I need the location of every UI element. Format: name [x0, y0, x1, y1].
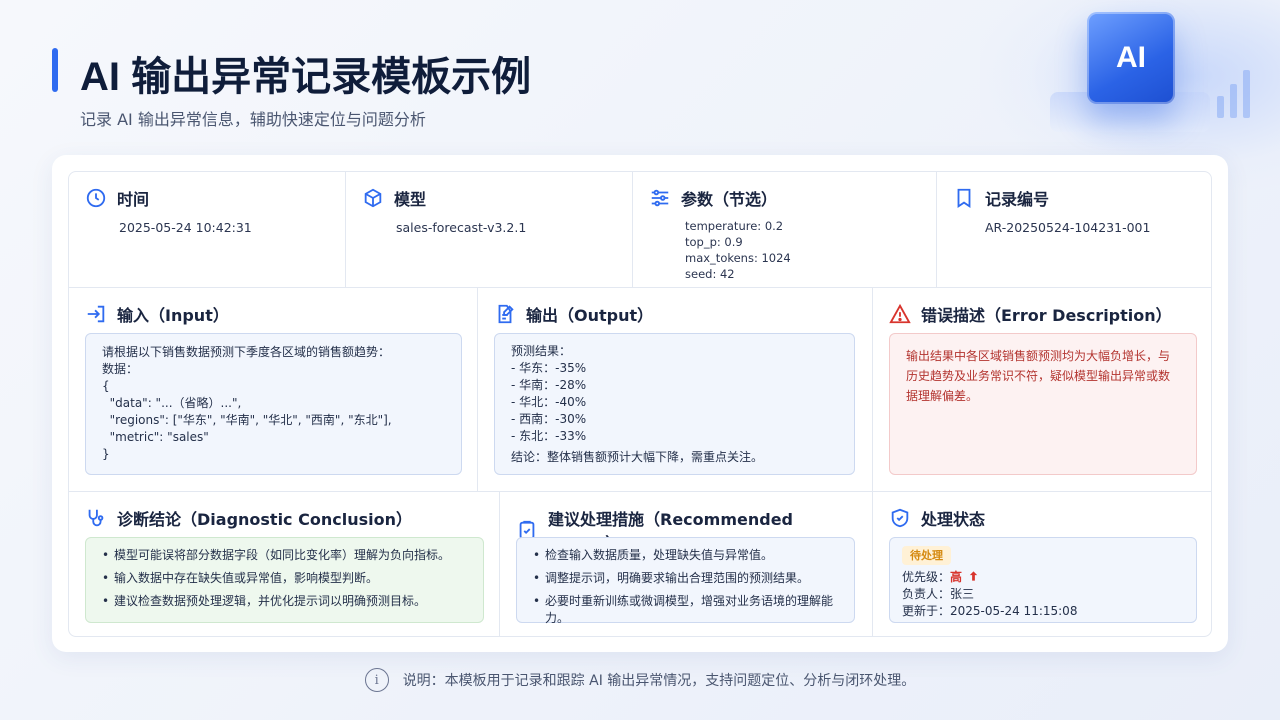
record-grid: 时间 2025-05-24 10:42:31 模型 sales-forecast… [68, 171, 1212, 637]
diagnosis-label: 诊断结论（Diagnostic Conclusion） [117, 510, 412, 529]
login-arrow-icon [87, 305, 105, 323]
edit-document-icon [498, 304, 514, 324]
meta-time: 时间 2025-05-24 10:42:31 [69, 172, 346, 288]
meta-model-label: 模型 [394, 190, 427, 209]
input-label: 输入（Input） [117, 306, 229, 325]
stethoscope-icon [88, 509, 104, 527]
input-line: 请根据以下销售数据预测下季度各区域的销售额趋势： [102, 345, 391, 359]
title-accent-bar [52, 48, 58, 92]
param-line: seed: 42 [685, 267, 735, 281]
arrow-up-icon [969, 571, 978, 581]
param-line: temperature: 0.2 [685, 219, 784, 233]
status-owner: 负责人：张三 [902, 587, 975, 601]
status-box: 待处理 优先级：高 负责人：张三 更新于：2025-05-24 11:15:08 [889, 537, 1197, 623]
input-line: "regions": ["华东", "华南", "华北", "西南", "东北"… [102, 413, 392, 427]
footer-text: 说明：本模板用于记录和跟踪 AI 输出异常情况，支持问题定位、分析与闭环处理。 [402, 673, 916, 689]
output-label: 输出（Output） [526, 306, 654, 325]
param-line: top_p: 0.9 [685, 235, 743, 249]
output-box: 预测结果： - 华东：-35% - 华南：-28% - 华北：-40% - 西南… [494, 333, 855, 475]
action-section: 建议处理措施（Recommended Action） 检查输入数据质量，处理缺失… [500, 492, 873, 636]
output-line: - 华东：-35% [511, 361, 587, 375]
output-conclusion: 结论：整体销售额预计大幅下降，需重点关注。 [511, 450, 764, 464]
page-title: AI 输出异常记录模板示例 [80, 55, 532, 99]
page-subtitle: 记录 AI 输出异常信息，辅助快速定位与问题分析 [80, 110, 426, 129]
action-item: 检查输入数据质量，处理缺失值与异常值。 [533, 547, 838, 564]
input-box: 请根据以下销售数据预测下季度各区域的销售额趋势： 数据： { "data": "… [85, 333, 462, 475]
meta-record: 记录编号 AR-20250524-104231-001 [937, 172, 1211, 288]
diagnosis-section: 诊断结论（Diagnostic Conclusion） 模型可能误将部分数据字段… [69, 492, 500, 636]
priority-label: 优先级： [902, 570, 951, 584]
error-section: 错误描述（Error Description） 输出结果中各区域销售额预测均为大… [873, 288, 1211, 492]
action-item: 必要时重新训练或微调模型，增强对业务语境的理解能力。 [533, 593, 838, 627]
meta-params-label: 参数（节选） [681, 190, 778, 209]
meta-time-value: 2025-05-24 10:42:31 [119, 220, 252, 235]
clock-icon [86, 188, 106, 208]
sliders-icon [651, 189, 669, 207]
hero-bars [1217, 70, 1250, 118]
status-badge: 待处理 [902, 546, 951, 565]
input-line: 数据： [102, 362, 139, 376]
ai-cube-logo: AI [1087, 12, 1175, 104]
error-box: 输出结果中各区域销售额预测均为大幅负增长，与历史趋势及业务常识不符，疑似模型输出… [889, 333, 1197, 475]
output-line: - 华南：-28% [511, 378, 587, 392]
output-section: 输出（Output） 预测结果： - 华东：-35% - 华南：-28% - 华… [478, 288, 873, 492]
output-line: - 东北：-33% [511, 429, 587, 443]
action-item: 调整提示词，明确要求输出合理范围的预测结果。 [533, 570, 838, 587]
diagnosis-item: 建议检查数据预处理逻辑，并优化提示词以明确预测目标。 [102, 593, 467, 610]
status-section: 处理状态 待处理 优先级：高 负责人：张三 更新于：2025-05-24 11:… [873, 492, 1211, 636]
input-line: "data": "...（省略）...", [102, 396, 242, 410]
footer-note: i 说明：本模板用于记录和跟踪 AI 输出异常情况，支持问题定位、分析与闭环处理… [0, 668, 1280, 692]
warning-icon [889, 303, 911, 324]
cube-icon [364, 188, 382, 208]
priority-value: 高 [950, 570, 963, 584]
error-text: 输出结果中各区域销售额预测均为大幅负增长，与历史趋势及业务常识不符，疑似模型输出… [906, 349, 1171, 403]
diagnosis-item: 输入数据中存在缺失值或异常值，影响模型判断。 [102, 570, 467, 587]
param-line: max_tokens: 1024 [685, 251, 791, 265]
meta-model-value: sales-forecast-v3.2.1 [396, 220, 527, 235]
meta-record-value: AR-20250524-104231-001 [985, 220, 1151, 235]
input-line: "metric": "sales" [102, 430, 209, 444]
error-label: 错误描述（Error Description） [921, 306, 1172, 325]
input-line: { [102, 379, 110, 393]
diagnosis-item: 模型可能误将部分数据字段（如同比变化率）理解为负向指标。 [102, 547, 467, 564]
output-line: - 西南：-30% [511, 412, 587, 426]
meta-model: 模型 sales-forecast-v3.2.1 [346, 172, 633, 288]
bookmark-icon [957, 188, 971, 208]
action-box: 检查输入数据质量，处理缺失值与异常值。 调整提示词，明确要求输出合理范围的预测结… [516, 537, 855, 625]
meta-params: 参数（节选） temperature: 0.2 top_p: 0.9 max_t… [633, 172, 937, 288]
output-line: 预测结果： [511, 344, 572, 358]
info-icon: i [364, 668, 389, 692]
meta-record-label: 记录编号 [985, 190, 1050, 209]
shield-check-icon [891, 508, 909, 528]
diagnosis-box: 模型可能误将部分数据字段（如同比变化率）理解为负向指标。 输入数据中存在缺失值或… [85, 537, 484, 623]
meta-time-label: 时间 [117, 190, 150, 209]
status-label: 处理状态 [921, 510, 986, 529]
status-updated: 更新于：2025-05-24 11:15:08 [902, 604, 1078, 618]
record-card: 时间 2025-05-24 10:42:31 模型 sales-forecast… [52, 155, 1228, 652]
input-line: } [102, 447, 110, 461]
input-section: 输入（Input） 请根据以下销售数据预测下季度各区域的销售额趋势： 数据： {… [69, 288, 478, 492]
output-line: - 华北：-40% [511, 395, 587, 409]
